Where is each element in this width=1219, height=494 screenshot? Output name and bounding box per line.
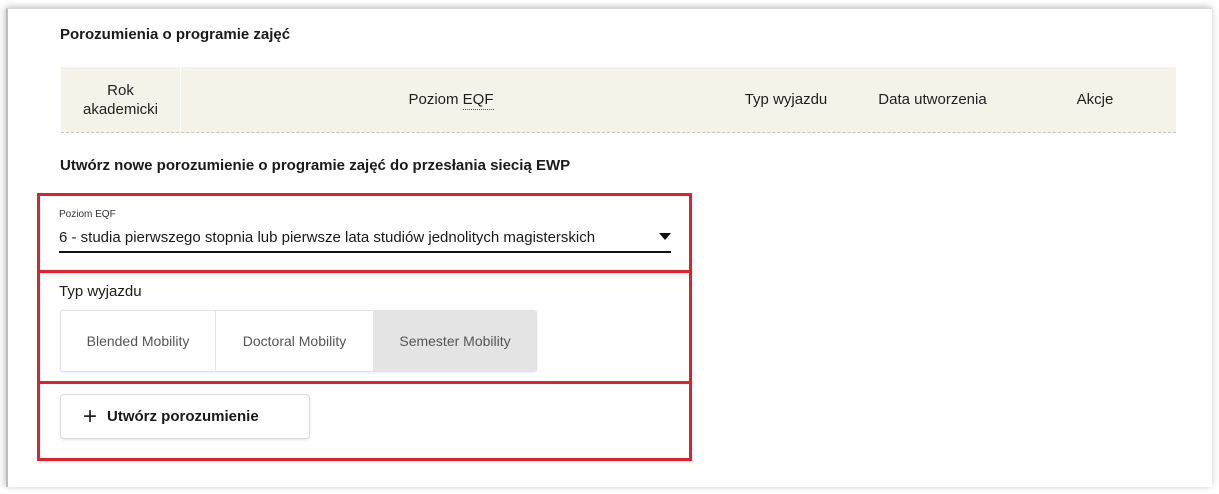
mobility-type-label: Typ wyjazdu <box>59 283 142 300</box>
eqf-field-label: Poziom EQF <box>59 209 116 220</box>
dropdown-caret-icon <box>659 233 671 240</box>
agreements-section-title: Porozumienia o programie zajęć <box>60 26 291 43</box>
column-header-eqf-level: Poziom EQF <box>181 67 721 132</box>
agreements-table-header: Rok akademicki Poziom EQF Typ wyjazdu Da… <box>61 67 1176 133</box>
mobility-option-blended[interactable]: Blended Mobility <box>61 311 216 371</box>
create-agreement-title: Utwórz nowe porozumienie o programie zaj… <box>60 157 571 174</box>
create-agreement-button[interactable]: + Utwórz porozumienie <box>60 394 310 439</box>
eqf-level-selected-value: 6 - studia pierwszego stopnia lub pierws… <box>59 229 596 246</box>
column-header-academic-year: Rok akademicki <box>61 67 181 132</box>
column-header-actions: Akcje <box>1076 91 1114 108</box>
column-header-academic-year-line2: akademicki <box>82 100 159 118</box>
mobility-option-doctoral[interactable]: Doctoral Mobility <box>216 311 374 371</box>
eqf-level-select[interactable]: 6 - studia pierwszego stopnia lub pierws… <box>59 229 671 253</box>
plus-icon: + <box>83 402 98 430</box>
column-header-academic-year-line1: Rok <box>107 81 134 99</box>
column-header-mobility-type: Typ wyjazdu <box>744 91 828 108</box>
eqf-abbreviation: EQF <box>462 90 494 110</box>
column-header-eqf-prefix: Poziom <box>408 91 463 108</box>
create-agreement-button-label: Utwórz porozumienie <box>107 408 259 425</box>
column-header-creation-date: Data utworzenia <box>878 91 987 108</box>
mobility-type-toggle-group: Blended Mobility Doctoral Mobility Semes… <box>60 310 537 372</box>
mobility-option-semester[interactable]: Semester Mobility <box>374 311 536 371</box>
